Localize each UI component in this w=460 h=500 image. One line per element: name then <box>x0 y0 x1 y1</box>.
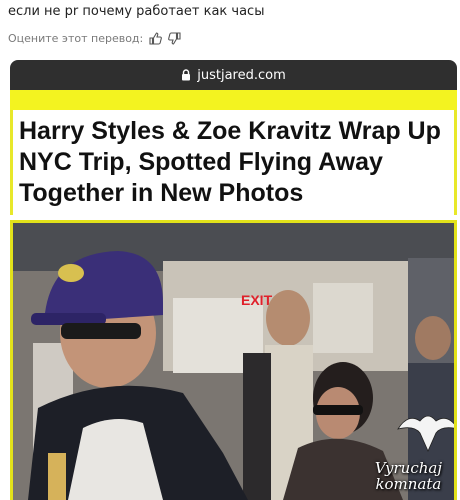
article-photo: EXIT Vyruchaj komnata <box>10 220 457 500</box>
watermark-line-2: komnata <box>375 475 442 493</box>
exit-sign: EXIT <box>241 292 273 308</box>
article-screenshot: justjared.com Harry Styles & Zoe Kravitz… <box>10 60 457 500</box>
post-text: если не pr почему работает как часы <box>8 4 265 19</box>
url-text: justjared.com <box>197 67 286 83</box>
thumbs-down-icon[interactable] <box>168 32 181 45</box>
browser-url-bar[interactable]: justjared.com <box>10 60 457 90</box>
highlight-bar <box>10 90 457 110</box>
thumbs-up-icon[interactable] <box>149 32 163 45</box>
watermark-text: Vyruchaj komnata <box>375 460 442 492</box>
article-headline: Harry Styles & Zoe Kravitz Wrap Up NYC T… <box>10 110 457 215</box>
rate-translation: Оцените этот перевод: <box>8 32 181 45</box>
rate-label: Оцените этот перевод: <box>8 32 144 45</box>
watermark-line-1: Vyruchaj <box>374 459 442 477</box>
lock-icon <box>181 69 191 81</box>
